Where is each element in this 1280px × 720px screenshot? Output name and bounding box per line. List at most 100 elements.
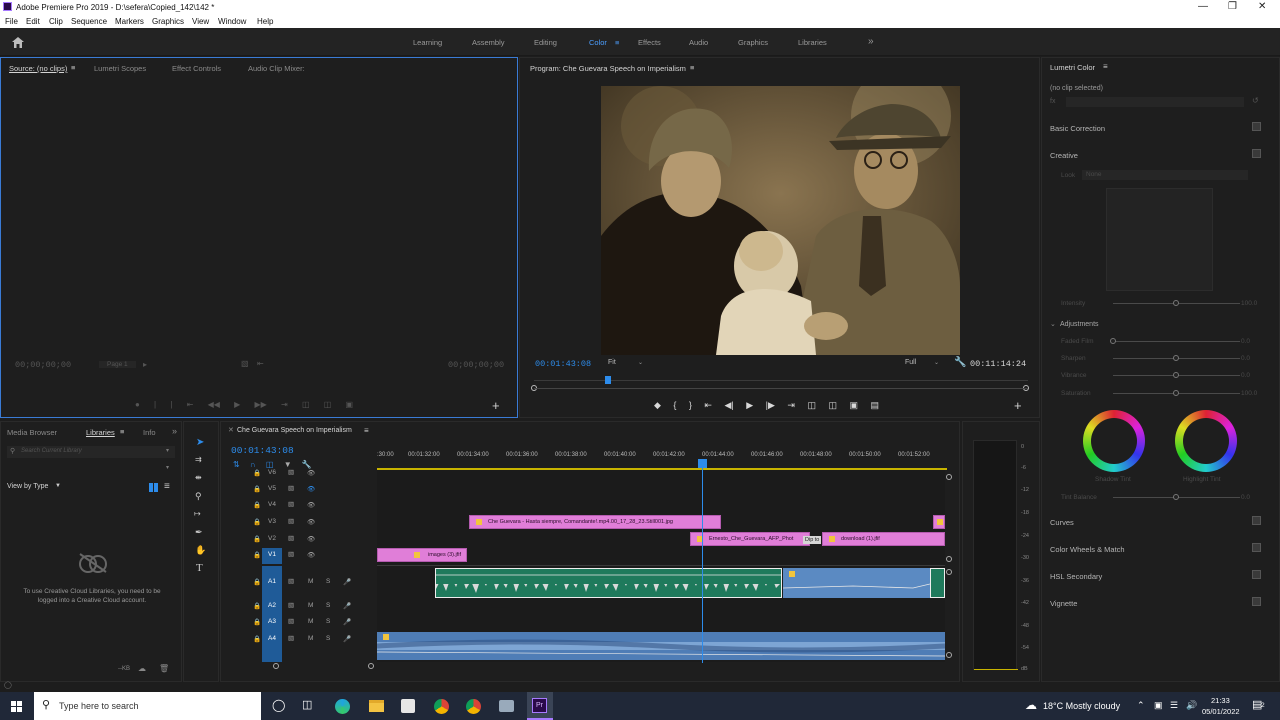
windows-start-icon[interactable] bbox=[11, 701, 22, 712]
clip-v2-ernesto[interactable]: Ernesto_Che_Guevara_AFP_Phot bbox=[690, 532, 810, 546]
sharpen-slider[interactable] bbox=[1113, 355, 1240, 361]
video-scroll-handle-bottom[interactable] bbox=[946, 556, 952, 562]
highlight-tint-wheel[interactable] bbox=[1175, 410, 1237, 472]
slip-tool-icon[interactable]: ↦ bbox=[194, 509, 201, 518]
tab-effect-controls[interactable]: Effect Controls bbox=[172, 64, 221, 73]
adjustments-label[interactable]: Adjustments bbox=[1060, 321, 1099, 328]
menu-edit[interactable]: Edit bbox=[26, 17, 40, 26]
razor-tool-icon[interactable]: ⚲ bbox=[195, 491, 202, 502]
tint-balance-value[interactable]: 0.0 bbox=[1241, 494, 1250, 501]
clip-a1-speech-audio[interactable] bbox=[435, 568, 782, 598]
clip-a4-music[interactable] bbox=[377, 632, 945, 660]
section-vignette[interactable]: Vignette bbox=[1050, 599, 1077, 608]
clip-v1-images[interactable]: images (3).jfif bbox=[377, 548, 467, 562]
saturation-slider[interactable] bbox=[1113, 390, 1240, 396]
track-select-tool-icon[interactable]: ⇉ bbox=[195, 455, 202, 464]
program-title[interactable]: Program: Che Guevara Speech on Imperiali… bbox=[530, 64, 686, 73]
workspace-menu-icon[interactable]: ≡ bbox=[615, 38, 619, 47]
section-creative[interactable]: Creative bbox=[1050, 151, 1078, 160]
library-dropdown-icon[interactable]: ▾ bbox=[166, 464, 169, 471]
sequence-menu-icon[interactable]: ≡ bbox=[364, 426, 369, 435]
resolution-dropdown[interactable]: Full bbox=[905, 359, 916, 366]
faded-film-value[interactable]: 0.0 bbox=[1241, 338, 1250, 345]
intensity-slider[interactable] bbox=[1113, 300, 1240, 306]
task-view-icon[interactable]: ◫ bbox=[302, 698, 312, 711]
tab-lumetri-scopes[interactable]: Lumetri Scopes bbox=[94, 64, 146, 73]
selection-tool-icon[interactable]: ➤ bbox=[196, 437, 204, 448]
faded-film-slider[interactable] bbox=[1110, 338, 1240, 344]
clip-v3-end[interactable] bbox=[933, 515, 945, 529]
clip-a1-end[interactable] bbox=[930, 568, 945, 598]
video-scroll-handle-top[interactable] bbox=[946, 474, 952, 480]
program-transport-controls[interactable]: ◆ { } ⇤ ◀| ▶ |▶ ⇥ ◫ ◫ ▣ ▤ bbox=[654, 400, 879, 411]
track-v1[interactable]: 🔒 V1 ▧ 👁 bbox=[222, 548, 377, 564]
menu-window[interactable]: Window bbox=[218, 17, 246, 26]
menu-help[interactable]: Help bbox=[257, 17, 273, 26]
weather-text[interactable]: 18°C Mostly cloudy bbox=[1043, 701, 1120, 711]
audio-scroll-handle-bottom[interactable] bbox=[946, 652, 952, 658]
system-tray-chevron-icon[interactable]: ⌃ bbox=[1137, 700, 1145, 711]
volume-icon[interactable]: 🔊 bbox=[1186, 700, 1197, 711]
tab-audio-clip-mixer[interactable]: Audio Clip Mixer: bbox=[248, 64, 305, 73]
source-tab-menu-icon[interactable]: ≡ bbox=[71, 63, 75, 72]
search-dropdown-icon[interactable]: ▾ bbox=[166, 447, 169, 454]
timeline-close-icon[interactable]: ✕ bbox=[228, 426, 234, 434]
wrench-icon[interactable]: 🔧 bbox=[954, 357, 966, 368]
vignette-checkbox[interactable] bbox=[1252, 597, 1261, 606]
menu-view[interactable]: View bbox=[192, 17, 209, 26]
zoom-handle-right[interactable] bbox=[368, 663, 374, 669]
track-v2[interactable]: 🔒 V2 ▧ 👁 bbox=[222, 532, 377, 548]
clip-v3-che-guevara-still[interactable]: Che Guevara - Hasta siempre, Comandante!… bbox=[469, 515, 721, 529]
hsl-secondary-checkbox[interactable] bbox=[1252, 570, 1261, 579]
close-icon[interactable]: ✕ bbox=[1258, 1, 1266, 12]
clip-selector-dropdown[interactable] bbox=[1066, 97, 1244, 107]
workspace-effects[interactable]: Effects bbox=[638, 38, 661, 47]
status-icon[interactable]: ◯ bbox=[4, 681, 12, 689]
menu-clip[interactable]: Clip bbox=[49, 17, 63, 26]
workspace-graphics[interactable]: Graphics bbox=[738, 38, 768, 47]
chrome-icon-2[interactable] bbox=[466, 699, 481, 714]
menu-markers[interactable]: Markers bbox=[115, 17, 144, 26]
adjustments-chevron-icon[interactable]: ⌄ bbox=[1050, 320, 1056, 328]
library-search-input[interactable]: ⚲ Search Current Library ▾ bbox=[7, 446, 175, 458]
section-curves[interactable]: Curves bbox=[1050, 518, 1074, 527]
more-workspaces-icon[interactable]: » bbox=[868, 36, 874, 47]
track-a3[interactable]: 🔒 A3 ▧ M S 🎤 bbox=[222, 615, 377, 631]
tab-info[interactable]: Info bbox=[143, 428, 156, 437]
source-button-a-icon[interactable]: ▧ bbox=[241, 359, 249, 368]
dip-to-transition[interactable]: Dip to bbox=[803, 536, 822, 544]
premiere-taskbar-button[interactable]: Pr bbox=[527, 692, 553, 720]
menu-graphics[interactable]: Graphics bbox=[152, 17, 184, 26]
network-icon[interactable]: ▣ bbox=[1154, 700, 1163, 711]
page-next-icon[interactable]: ▸ bbox=[143, 360, 147, 369]
lumetri-title[interactable]: Lumetri Color bbox=[1050, 63, 1095, 72]
timeline-playhead[interactable] bbox=[698, 459, 707, 663]
ripple-edit-tool-icon[interactable]: ⇼ bbox=[195, 473, 202, 482]
reset-icon[interactable]: ↺ bbox=[1252, 96, 1259, 105]
intensity-value[interactable]: 100.0 bbox=[1241, 300, 1257, 307]
minimize-icon[interactable]: — bbox=[1198, 1, 1208, 12]
workspace-learning[interactable]: Learning bbox=[413, 38, 442, 47]
sequence-tab[interactable]: Che Guevara Speech on Imperialism bbox=[237, 427, 352, 434]
lumetri-menu-icon[interactable]: ≡ bbox=[1103, 62, 1108, 71]
color-wheels-checkbox[interactable] bbox=[1252, 543, 1261, 552]
fit-chevron-down-icon[interactable]: ⌄ bbox=[638, 359, 643, 366]
track-a1[interactable]: 🔒 A1 ▧ M S 🎤 bbox=[222, 575, 377, 591]
source-add-button-icon[interactable]: + bbox=[492, 398, 500, 413]
track-v3[interactable]: 🔒 V3 ▧ 👁 bbox=[222, 515, 377, 531]
curves-checkbox[interactable] bbox=[1252, 516, 1261, 525]
fx-toggle-icon[interactable]: fx bbox=[1050, 98, 1055, 105]
store-icon[interactable] bbox=[401, 699, 415, 713]
workspace-assembly[interactable]: Assembly bbox=[472, 38, 505, 47]
section-color-wheels[interactable]: Color Wheels & Match bbox=[1050, 545, 1125, 554]
menu-file[interactable]: File bbox=[5, 17, 18, 26]
tab-source[interactable]: Source: (no clips) bbox=[9, 64, 67, 73]
shadow-tint-wheel[interactable] bbox=[1083, 410, 1145, 472]
fit-dropdown[interactable]: Fit bbox=[608, 359, 616, 366]
track-a2[interactable]: 🔒 A2 ▧ M S 🎤 bbox=[222, 599, 377, 615]
clock-date[interactable]: 05/01/2022 bbox=[1202, 707, 1240, 716]
workspace-color[interactable]: Color bbox=[589, 38, 607, 47]
program-scrub-bar[interactable] bbox=[531, 376, 1029, 391]
taskbar-search-box[interactable]: ⚲ Type here to search bbox=[34, 692, 261, 720]
vibrance-value[interactable]: 0.0 bbox=[1241, 372, 1250, 379]
